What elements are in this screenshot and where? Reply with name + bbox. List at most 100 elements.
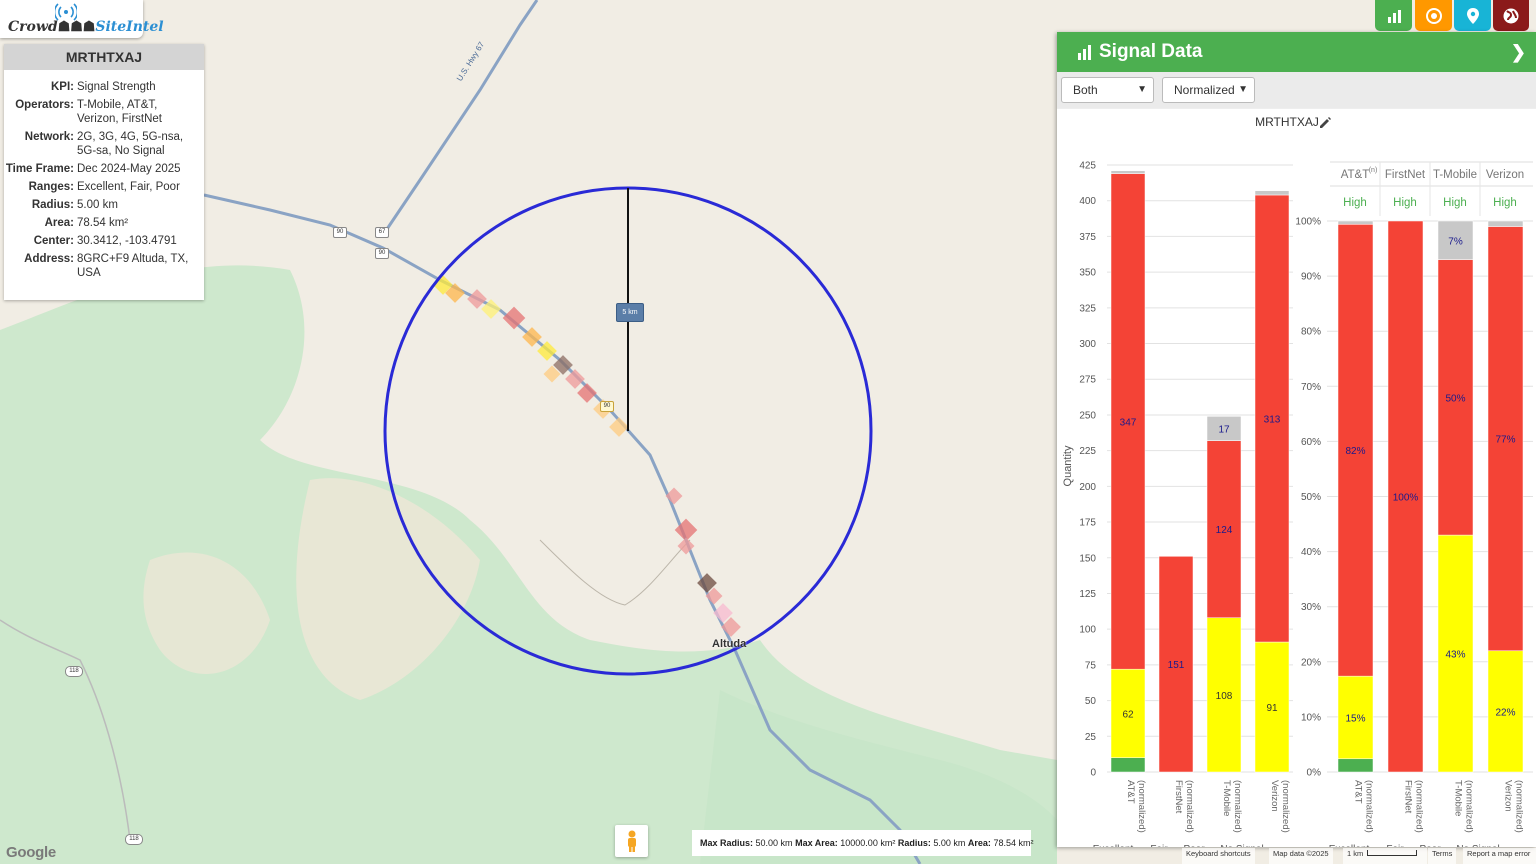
y-tick-label: 175 bbox=[1079, 518, 1096, 529]
chart-button[interactable] bbox=[1375, 0, 1412, 31]
info-row-address: Address: 8GRC+F9 Altuda, TX, USA bbox=[24, 253, 189, 279]
bar-data-label: 91 bbox=[1266, 703, 1278, 714]
x-tick-label-suffix: (normalized) bbox=[1514, 780, 1525, 833]
x-tick-label: FirstNet bbox=[1173, 780, 1184, 814]
x-tick-label: T-Mobile bbox=[1221, 780, 1232, 816]
info-row-kpi: KPI: Signal Strength bbox=[51, 81, 156, 93]
chevron-down-icon: ▼ bbox=[1238, 84, 1248, 95]
y-tick-label: 80% bbox=[1301, 327, 1321, 338]
y-tick-label: 10% bbox=[1301, 712, 1321, 723]
x-tick-label-suffix: (normalized) bbox=[1414, 780, 1425, 833]
target-icon bbox=[1425, 7, 1442, 24]
bar-data-label: 108 bbox=[1216, 691, 1233, 702]
collapse-panel-icon[interactable]: ❯ bbox=[1511, 42, 1526, 63]
panel-controls: Both ▼ Normalized ▼ bbox=[1057, 72, 1536, 108]
bar-segment-no-signal bbox=[1110, 170, 1146, 174]
y-tick-label: 425 bbox=[1079, 161, 1096, 172]
legend-label: No Signal bbox=[1220, 844, 1263, 847]
bar-data-label: 7% bbox=[1448, 236, 1463, 247]
info-row-network: Network: 2G, 3G, 4G, 5G-nsa, 5G-sa, No Si… bbox=[24, 131, 184, 157]
scale-bar bbox=[1367, 850, 1418, 856]
street-view-button[interactable] bbox=[615, 825, 648, 857]
site-title: MRTHTXAJ bbox=[4, 44, 204, 70]
bar-data-label: 43% bbox=[1445, 650, 1465, 661]
x-tick-label-suffix: (normalized) bbox=[1280, 780, 1291, 833]
bar-segment-excellent bbox=[1110, 757, 1146, 773]
route-shield-90: 90 bbox=[600, 401, 614, 412]
bar-data-label: 82% bbox=[1345, 446, 1365, 457]
x-tick-label-suffix: (normalized) bbox=[1184, 780, 1195, 833]
route-shield-90: 90 bbox=[375, 248, 389, 259]
bar-chart-icon bbox=[1078, 45, 1091, 60]
x-tick-label-suffix: (normalized) bbox=[1364, 780, 1375, 833]
route-shield-118: 118 bbox=[65, 666, 83, 677]
bar-data-label: 62 bbox=[1122, 709, 1134, 720]
operator-header: T-Mobile bbox=[1433, 169, 1477, 181]
bar-data-label: 22% bbox=[1495, 707, 1515, 718]
bar-chart-icon bbox=[1387, 9, 1401, 23]
y-tick-label: 0 bbox=[1090, 768, 1096, 779]
y-tick-label: 300 bbox=[1079, 339, 1096, 350]
bar-segment-no-signal bbox=[1487, 220, 1524, 227]
app-logo[interactable]: Crowd☗☗☗SiteIntel bbox=[0, 0, 164, 38]
site-info-table: KPI: Signal Strength Operators: T-Mobile, … bbox=[4, 78, 199, 282]
radius-stats-bar: Max Radius: 50.00 km Max Area: 10000.00 … bbox=[692, 830, 1033, 856]
info-row-operators: Operators: T-Mobile, AT&T, Verizon, First… bbox=[15, 99, 162, 125]
bar-data-label: 124 bbox=[1216, 525, 1233, 536]
legend-label: Fair bbox=[1150, 844, 1168, 847]
bar-data-label: 17 bbox=[1218, 425, 1230, 436]
legend-label: Fair bbox=[1386, 844, 1404, 847]
x-tick-label: Verizon bbox=[1503, 780, 1514, 812]
info-row-timeframe: Time Frame: Dec 2024-May 2025 bbox=[5, 163, 181, 175]
map-data-attribution: Map data ©2025 bbox=[1269, 848, 1333, 864]
legend-label: Excellent bbox=[1093, 844, 1134, 847]
x-tick-label: AT&T bbox=[1353, 780, 1364, 804]
keyboard-shortcuts-link[interactable]: Keyboard shortcuts bbox=[1182, 848, 1255, 864]
x-tick-label-suffix: (normalized) bbox=[1136, 780, 1147, 833]
bar-data-label: 100% bbox=[1393, 493, 1419, 504]
logo-text: Crowd☗☗☗SiteIntel bbox=[8, 19, 164, 35]
mode-select[interactable]: Both ▼ bbox=[1061, 77, 1154, 103]
y-tick-label: 400 bbox=[1079, 196, 1096, 207]
google-logo: Google bbox=[6, 844, 56, 861]
pegman-icon bbox=[627, 830, 636, 852]
legend-label: Poor bbox=[1183, 844, 1205, 847]
y-tick-label: 200 bbox=[1079, 482, 1096, 493]
report-map-error-link[interactable]: Report a map error bbox=[1463, 848, 1536, 864]
y-tick-label: 50% bbox=[1301, 492, 1321, 503]
confidence-label: High bbox=[1493, 197, 1517, 209]
confidence-label: High bbox=[1343, 197, 1367, 209]
y-tick-label: 225 bbox=[1079, 446, 1096, 457]
y-tick-label: 350 bbox=[1079, 268, 1096, 279]
pin-button[interactable] bbox=[1454, 0, 1491, 31]
panel-title: Signal Data bbox=[1099, 41, 1203, 62]
y-tick-label: 250 bbox=[1079, 410, 1096, 421]
y-tick-label: 275 bbox=[1079, 375, 1096, 386]
y-axis-label: Quantity bbox=[1062, 445, 1074, 486]
x-tick-label: FirstNet bbox=[1403, 780, 1414, 814]
globe-button[interactable] bbox=[1493, 0, 1529, 31]
bar-segment-excellent bbox=[1337, 758, 1374, 773]
y-tick-label: 30% bbox=[1301, 602, 1321, 613]
operator-header: AT&T bbox=[1341, 169, 1370, 181]
y-tick-label: 125 bbox=[1079, 589, 1096, 600]
map-scale[interactable]: 1 km bbox=[1343, 848, 1427, 864]
y-tick-label: 0% bbox=[1307, 768, 1322, 779]
terms-link[interactable]: Terms bbox=[1428, 848, 1457, 864]
legend-label: No Signal bbox=[1456, 844, 1499, 847]
chevron-down-icon: ▼ bbox=[1137, 84, 1147, 95]
info-row-ranges: Ranges: Excellent, Fair, Poor bbox=[28, 181, 180, 193]
confidence-label: High bbox=[1443, 197, 1467, 209]
radius-scale-label: 5 km bbox=[616, 303, 644, 322]
bar-segment-no-signal bbox=[1254, 190, 1290, 196]
y-tick-label: 90% bbox=[1301, 272, 1321, 283]
y-tick-label: 100% bbox=[1295, 217, 1321, 228]
y-tick-label: 60% bbox=[1301, 437, 1321, 448]
scale-select[interactable]: Normalized ▼ bbox=[1162, 77, 1255, 103]
route-shield-90: 90 bbox=[333, 227, 347, 238]
place-label-altuda: Altuda bbox=[712, 638, 747, 650]
y-tick-label: 75 bbox=[1085, 660, 1097, 671]
crowd-icon: ☗☗☗ bbox=[57, 19, 96, 35]
target-button[interactable] bbox=[1415, 0, 1452, 31]
x-tick-label-suffix: (normalized) bbox=[1232, 780, 1243, 833]
